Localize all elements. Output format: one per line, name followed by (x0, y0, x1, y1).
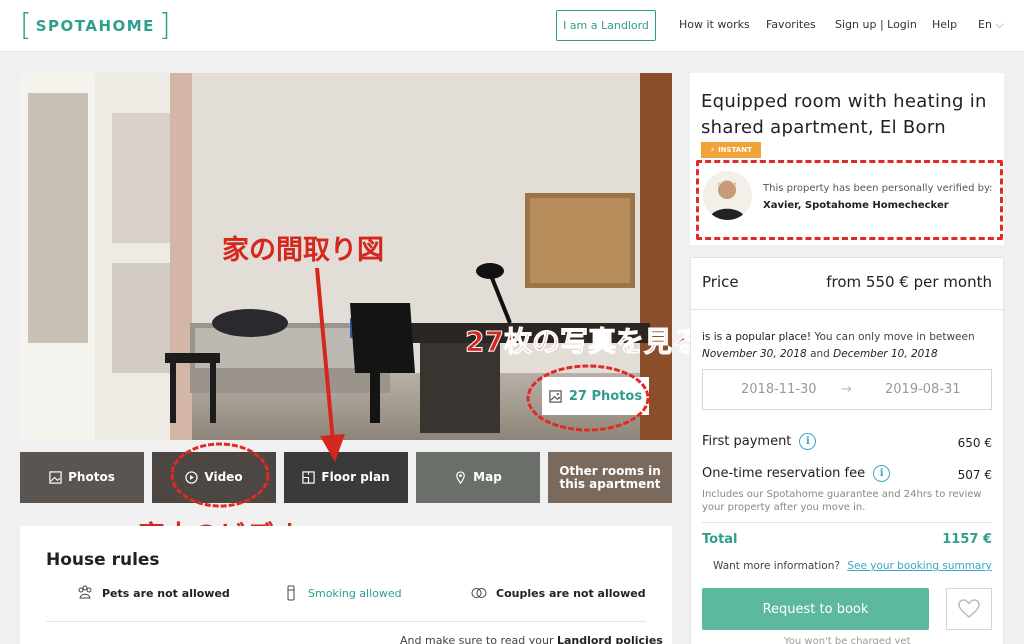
reservation-fee-value: 507 € (957, 468, 992, 482)
house-rules-title: House rules (46, 550, 160, 570)
move-in-date-to: December 10, 2018 (833, 348, 938, 360)
annotation-see-photos: 27枚の写真を見る (465, 325, 701, 359)
rule-pets-label: Pets are not allowed (102, 586, 230, 600)
nav-help[interactable]: Help (932, 18, 957, 31)
listing-title: Equipped room with heating in shared apa… (701, 91, 987, 138)
fee-note: Includes our Spotahome guarantee and 24h… (702, 489, 982, 513)
total-label: Total (702, 532, 738, 547)
paw-icon (78, 585, 92, 599)
request-to-book-button[interactable]: Request to book (702, 588, 929, 630)
verified-text: This property has been personally verifi… (763, 183, 993, 194)
tab-other-rooms-label: Other rooms in this apartment (559, 463, 661, 491)
chevron-down-icon: ⌵ (995, 18, 1004, 31)
more-info-text: Want more information? (713, 560, 840, 572)
landlord-policies-link[interactable]: Landlord policies (557, 634, 663, 644)
rule-pets: Pets are not allowed (76, 584, 230, 602)
first-payment-row: First payment i (702, 433, 817, 450)
info-icon[interactable]: i (873, 465, 891, 482)
annotation-oval-video (170, 442, 270, 508)
house-rules-card: House rules Pets are not allowed Smoking… (20, 526, 672, 644)
language-label: En (978, 18, 992, 31)
total-value: 1157 € (942, 532, 992, 547)
arrow-right-icon: → (841, 382, 852, 397)
first-payment-label: First payment (702, 434, 792, 449)
top-header: [ SPOTAHOME ] I am a Landlord How it wor… (0, 0, 1024, 52)
nav-language[interactable]: En ⌵ (978, 18, 1004, 32)
map-pin-icon (456, 471, 465, 484)
annotation-floor-plan: 家の間取り図 (222, 235, 384, 266)
instant-badge: ⚡ INSTANT (701, 142, 761, 158)
nav-favorites[interactable]: Favorites (766, 18, 816, 31)
avatar (703, 171, 752, 220)
rule-smoking: Smoking allowed (282, 584, 402, 602)
reservation-fee-label: One-time reservation fee (702, 466, 866, 481)
move-in-date-from: November 30, 2018 (702, 348, 807, 360)
price-value: from 550 € per month (826, 273, 992, 291)
rule-couples-label: Couples are not allowed (496, 586, 646, 600)
availability-note: is is a popular place! You can only move… (702, 329, 998, 363)
lightning-icon: ⚡ (710, 146, 716, 154)
booking-summary-link[interactable]: See your booking summary (847, 560, 992, 572)
annotation-oval-photos (526, 364, 650, 432)
date-range-picker[interactable]: 2018-11-30 → 2019-08-31 (702, 369, 992, 410)
tab-map[interactable]: Map (416, 452, 540, 503)
rules-divider (46, 621, 646, 622)
tab-photos[interactable]: Photos (20, 452, 144, 503)
checkout-date[interactable]: 2019-08-31 (885, 382, 961, 397)
heart-icon (958, 599, 980, 618)
info-icon[interactable]: i (799, 433, 817, 450)
tab-map-label: Map (473, 470, 502, 484)
first-payment-value: 650 € (957, 436, 992, 450)
cigarette-icon (287, 585, 295, 601)
logo-bracket-right: ] (158, 8, 171, 43)
instant-badge-label: INSTANT (718, 146, 752, 154)
floorplan-icon (302, 471, 316, 484)
logo-text: SPOTAHOME (35, 17, 155, 35)
nav-signup-login[interactable]: Sign up | Login (835, 18, 917, 31)
tab-photos-label: Photos (68, 470, 115, 484)
total-divider (702, 522, 992, 523)
tab-other-rooms[interactable]: Other rooms in this apartment (548, 452, 672, 503)
annotation-arrow (315, 267, 345, 462)
favorite-button[interactable] (946, 588, 992, 630)
rings-icon (471, 588, 487, 598)
price-card (690, 257, 1004, 644)
image-icon (49, 471, 62, 484)
move-in-text: You can only move in between (814, 331, 975, 343)
checkin-date[interactable]: 2018-11-30 (741, 382, 817, 397)
popular-place-text: is is a popular place! (702, 331, 812, 343)
rule-smoking-label: Smoking allowed (308, 586, 402, 600)
and-text: and (810, 348, 830, 360)
tab-floor-plan-label: Floor plan (321, 470, 390, 484)
rules-footer-text: And make sure to read your (400, 634, 554, 644)
logo-bracket-left: [ (20, 8, 32, 43)
reservation-fee-row: One-time reservation fee i (702, 465, 891, 482)
rule-couples: Couples are not allowed (470, 584, 646, 602)
nav-how-it-works[interactable]: How it works (679, 18, 750, 31)
more-info: Want more information? See your booking … (713, 560, 992, 572)
landlord-policies-note: And make sure to read your Landlord poli… (400, 634, 672, 644)
verified-by-name: Xavier, Spotahome Homechecker (763, 200, 949, 211)
price-divider (690, 309, 1004, 310)
homechecker-photo (703, 171, 752, 220)
landlord-button[interactable]: I am a Landlord (556, 10, 656, 41)
price-label: Price (702, 273, 739, 291)
spotahome-logo[interactable]: [ SPOTAHOME ] (20, 8, 171, 43)
not-charged-note: You won't be charged yet (784, 636, 911, 644)
